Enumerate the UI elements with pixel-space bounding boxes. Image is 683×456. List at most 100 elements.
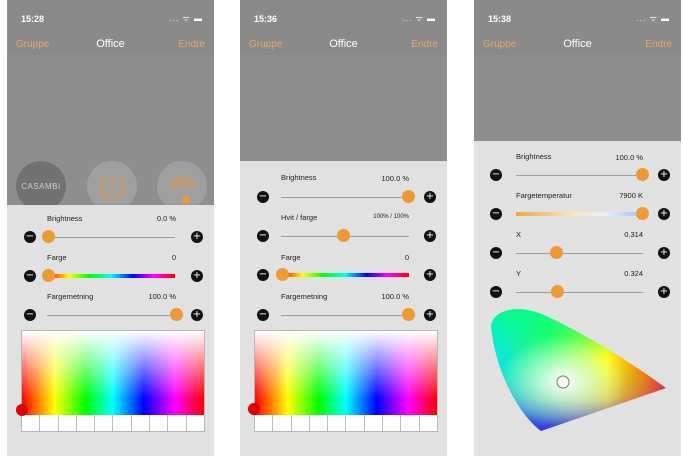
farge-plus-button[interactable]: +: [191, 270, 203, 282]
color-swatch[interactable]: [365, 415, 384, 431]
color-swatch[interactable]: [328, 415, 347, 431]
top-bar: [240, 0, 447, 60]
color-swatch[interactable]: [346, 415, 365, 431]
brightness-value: 100.0 %: [381, 174, 409, 183]
endre-link[interactable]: Endre: [411, 39, 438, 50]
color-swatch[interactable]: [401, 415, 420, 431]
color-swatch[interactable]: [383, 415, 402, 431]
brightness-value: 0.0 %: [156, 214, 176, 223]
fargetemperatur-slider-thumb[interactable]: [636, 207, 649, 220]
status-icons: ... ᯤ ▬: [636, 14, 670, 23]
fargemetning-minus-button[interactable]: −: [257, 309, 269, 321]
color-picker-marker[interactable]: [248, 403, 260, 415]
brightness-label: Brightness: [47, 214, 83, 223]
color-swatch[interactable]: [150, 415, 169, 431]
fargetemperatur-label: Fargetemperatur: [516, 191, 572, 200]
fargetemperatur-minus-button[interactable]: −: [490, 208, 502, 220]
fargemetning-label: Fargemetning: [281, 292, 328, 301]
endre-link[interactable]: Endre: [178, 39, 205, 50]
hvit-farge-plus-button[interactable]: +: [424, 230, 436, 242]
brightness-slider-thumb[interactable]: [402, 190, 415, 203]
hvit-farge-label: Hvit / farge: [281, 213, 318, 222]
farge-label: Farge: [47, 253, 67, 262]
broadcast-button[interactable]: [157, 161, 207, 211]
fargemetning-slider-track[interactable]: [281, 315, 409, 316]
cie-color-diagram[interactable]: [486, 306, 671, 436]
hue-saturation-area[interactable]: [255, 331, 437, 415]
color-picker[interactable]: [254, 330, 438, 432]
x-slider-track[interactable]: [516, 253, 643, 254]
brightness-minus-button[interactable]: −: [490, 169, 502, 181]
color-swatch[interactable]: [59, 415, 77, 431]
y-slider-thumb[interactable]: [551, 285, 564, 298]
fargemetning-value: 100.0 %: [381, 292, 409, 301]
y-slider-track[interactable]: [516, 292, 643, 293]
color-picker-marker[interactable]: [16, 404, 28, 416]
color-swatch[interactable]: [95, 415, 114, 431]
x-minus-button[interactable]: −: [490, 247, 502, 259]
power-button[interactable]: [87, 161, 137, 211]
brightness-label: Brightness: [281, 173, 317, 182]
brightness-value: 100.0 %: [615, 153, 643, 162]
color-swatch[interactable]: [77, 415, 96, 431]
casambi-logo-button[interactable]: CASAMBI: [16, 161, 66, 211]
brightness-minus-button[interactable]: −: [257, 191, 269, 203]
farge-slider-thumb[interactable]: [42, 269, 55, 282]
status-icons: ... ᯤ ▬: [169, 14, 203, 23]
color-swatch[interactable]: [310, 415, 329, 431]
fargemetning-label: Fargemetning: [47, 292, 94, 301]
fargemetning-plus-button[interactable]: +: [424, 309, 436, 321]
color-swatch[interactable]: [420, 415, 437, 431]
brightness-slider-track[interactable]: [47, 237, 175, 238]
fargemetning-minus-button[interactable]: −: [24, 309, 36, 321]
farge-value: 0: [171, 253, 176, 262]
color-picker[interactable]: [21, 330, 205, 432]
phone-screen-2: 15:36 ... ᯤ ▬ Gruppe Office Endre Bright…: [240, 0, 447, 456]
color-swatch[interactable]: [255, 415, 274, 431]
fargemetning-plus-button[interactable]: +: [191, 309, 203, 321]
farge-slider-thumb[interactable]: [276, 268, 289, 281]
phone-screen-3: 15:38 ... ᯤ ▬ Gruppe Office Endre Bright…: [474, 0, 681, 456]
farge-label: Farge: [281, 253, 301, 262]
y-plus-button[interactable]: +: [658, 286, 670, 298]
farge-plus-button[interactable]: +: [424, 269, 436, 281]
color-swatch[interactable]: [273, 415, 292, 431]
power-icon: [100, 174, 124, 200]
endre-link[interactable]: Endre: [645, 39, 672, 50]
farge-slider-track[interactable]: [47, 274, 175, 278]
color-swatch-row: [22, 415, 204, 431]
color-swatch[interactable]: [22, 415, 41, 431]
color-swatch[interactable]: [187, 415, 204, 431]
color-swatch-row: [255, 415, 437, 431]
color-swatch[interactable]: [40, 415, 59, 431]
y-value: 0.324: [624, 269, 643, 278]
broadcast-icon: [169, 176, 195, 204]
fargemetning-slider-track[interactable]: [47, 315, 175, 316]
hvit-farge-slider-thumb[interactable]: [337, 229, 350, 242]
brightness-slider-thumb[interactable]: [42, 230, 55, 243]
x-slider-thumb[interactable]: [550, 246, 563, 259]
brightness-slider-thumb[interactable]: [636, 168, 649, 181]
farge-minus-button[interactable]: −: [24, 270, 36, 282]
status-time: 15:38: [488, 14, 512, 24]
fargemetning-slider-thumb[interactable]: [170, 308, 183, 321]
fargetemperatur-slider-track[interactable]: [516, 212, 643, 216]
color-swatch[interactable]: [168, 415, 187, 431]
color-swatch[interactable]: [132, 415, 151, 431]
farge-slider-track[interactable]: [281, 273, 409, 277]
brightness-plus-button[interactable]: +: [424, 191, 436, 203]
brightness-plus-button[interactable]: +: [191, 231, 203, 243]
color-swatch[interactable]: [292, 415, 310, 431]
fargetemperatur-plus-button[interactable]: +: [658, 208, 670, 220]
brightness-slider-track[interactable]: [281, 197, 409, 198]
color-swatch[interactable]: [113, 415, 132, 431]
y-minus-button[interactable]: −: [490, 286, 502, 298]
hvit-farge-minus-button[interactable]: −: [257, 230, 269, 242]
farge-minus-button[interactable]: −: [257, 269, 269, 281]
brightness-slider-track[interactable]: [516, 175, 643, 176]
hue-saturation-area[interactable]: [22, 331, 204, 415]
brightness-plus-button[interactable]: +: [658, 169, 670, 181]
fargemetning-slider-thumb[interactable]: [402, 308, 415, 321]
brightness-minus-button[interactable]: −: [24, 231, 36, 243]
x-plus-button[interactable]: +: [658, 247, 670, 259]
